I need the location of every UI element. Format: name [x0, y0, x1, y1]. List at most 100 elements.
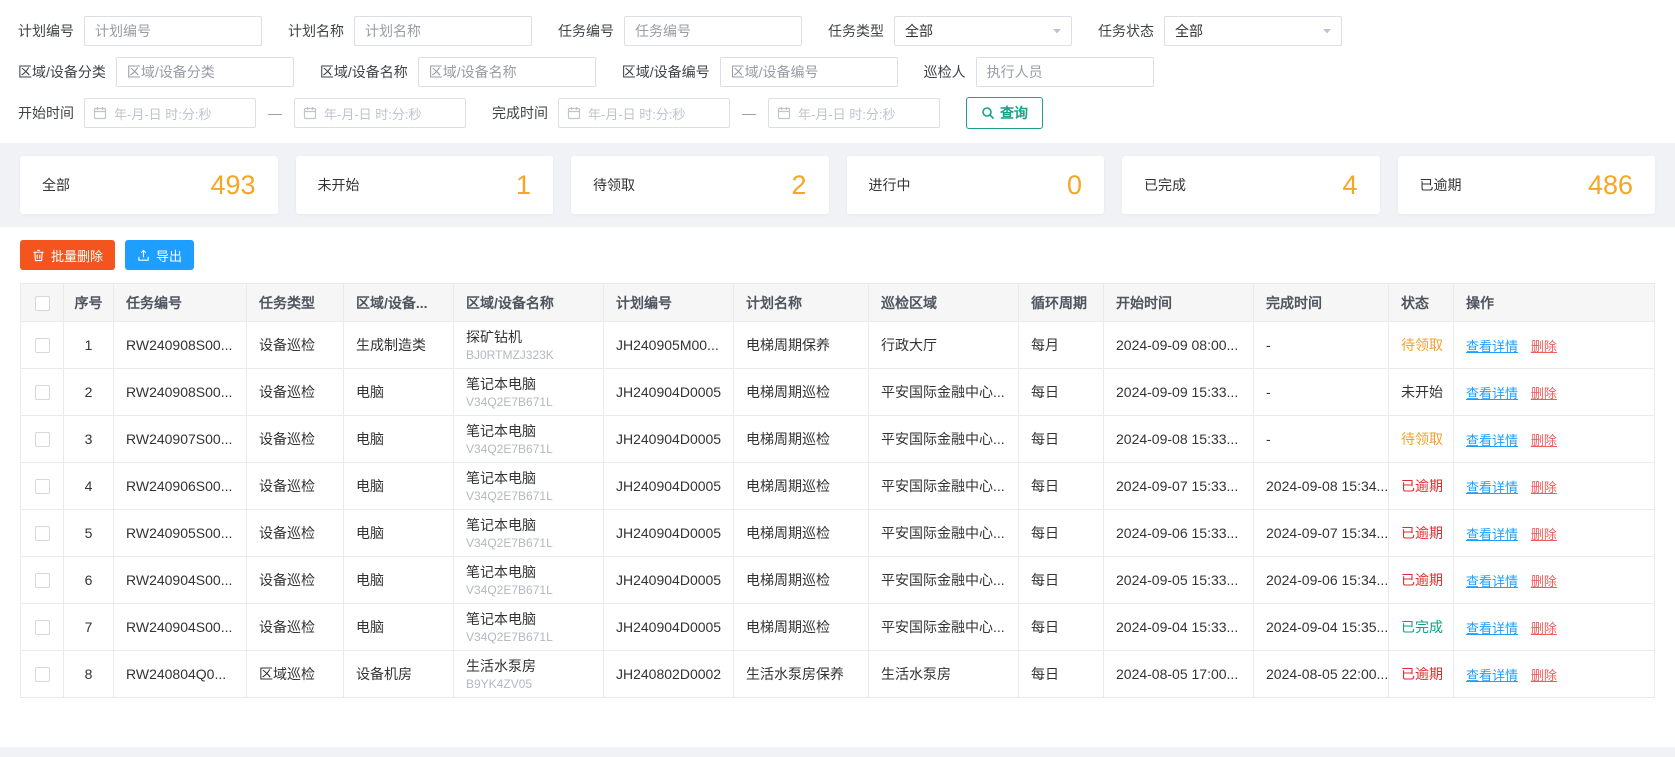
cell-plan-no: JH240905M00... — [603, 321, 734, 369]
view-detail-link[interactable]: 查看详情 — [1466, 574, 1518, 589]
area-no-input[interactable] — [719, 57, 898, 87]
view-detail-link[interactable]: 查看详情 — [1466, 480, 1518, 495]
cell-start-time: 2024-09-05 15:33... — [1103, 556, 1254, 604]
row-checkbox[interactable] — [34, 432, 50, 448]
task-no-input[interactable] — [624, 16, 802, 46]
task-status-select[interactable]: 全部 — [1164, 16, 1342, 46]
delete-link[interactable]: 删除 — [1531, 621, 1557, 636]
view-detail-link[interactable]: 查看详情 — [1466, 668, 1518, 683]
cell-status: 已逾期 — [1388, 509, 1454, 557]
table-toolbar: 批量删除 导出 — [20, 240, 1655, 270]
row-checkbox[interactable] — [34, 338, 50, 354]
cell-index: 3 — [63, 415, 114, 463]
cell-device-class: 设备机房 — [343, 650, 454, 698]
delete-link[interactable]: 删除 — [1531, 386, 1557, 401]
cell-status: 待领取 — [1388, 321, 1454, 369]
cell-actions: 查看详情 删除 — [1453, 368, 1655, 416]
column-header-7: 计划名称 — [733, 283, 869, 322]
inspector-input[interactable] — [975, 57, 1154, 87]
cell-task-type: 设备巡检 — [246, 509, 344, 557]
area-name-input[interactable] — [417, 57, 596, 87]
export-button[interactable]: 导出 — [125, 240, 195, 270]
filter-row-2: 区域/设备分类 区域/设备名称 区域/设备编号 巡检人 — [18, 57, 1657, 87]
plan-no-input[interactable] — [84, 16, 262, 46]
delete-link[interactable]: 删除 — [1531, 574, 1557, 589]
cell-device-name: 笔记本电脑 V34Q2E7B671L — [453, 415, 604, 463]
cell-start-time: 2024-09-09 15:33... — [1103, 368, 1254, 416]
row-checkbox[interactable] — [34, 573, 50, 589]
cell-actions: 查看详情 删除 — [1453, 556, 1655, 604]
cell-task-no: RW240906S00... — [113, 462, 247, 510]
status-badge: 未开始 — [1401, 384, 1443, 400]
delete-link[interactable]: 删除 — [1531, 527, 1557, 542]
stat-card[interactable]: 全部 493 — [20, 156, 278, 214]
cell-cycle: 每日 — [1018, 368, 1104, 416]
view-detail-link[interactable]: 查看详情 — [1466, 339, 1518, 354]
task-table: 序号 任务编号 任务类型 区域/设备... 区域/设备名称 计划编号 计划名称 巡检区域 循环周… — [20, 283, 1655, 698]
view-detail-link[interactable]: 查看详情 — [1466, 527, 1518, 542]
delete-link[interactable]: 删除 — [1531, 480, 1557, 495]
column-header-8: 巡检区域 — [868, 283, 1019, 322]
view-detail-link[interactable]: 查看详情 — [1466, 433, 1518, 448]
cell-index: 5 — [63, 509, 114, 557]
calendar-icon — [777, 107, 791, 120]
cell-task-no: RW240904S00... — [113, 603, 247, 651]
cell-index: 8 — [63, 650, 114, 698]
stat-value: 486 — [1587, 169, 1633, 200]
delete-link[interactable]: 删除 — [1531, 339, 1557, 354]
finish-time-from-input[interactable]: 年-月-日 时:分:秒 — [558, 98, 730, 128]
area-class-input[interactable] — [115, 57, 294, 87]
field-plan-no: 计划编号 — [18, 16, 262, 46]
stat-card[interactable]: 已逾期 486 — [1397, 156, 1655, 214]
row-checkbox[interactable] — [34, 385, 50, 401]
stat-value: 4 — [1342, 169, 1358, 200]
stat-value: 0 — [1066, 169, 1082, 200]
cell-area: 生活水泵房 — [868, 650, 1019, 698]
row-checkbox[interactable] — [34, 479, 50, 495]
stats-row: 全部 493 未开始 1 待领取 2 进行中 0 已完成 4 已逾期 486 — [20, 156, 1655, 214]
stat-card[interactable]: 待领取 2 — [571, 156, 829, 214]
finish-time-to-input[interactable]: 年-月-日 时:分:秒 — [768, 98, 940, 128]
table-body: 1 RW240908S00... 设备巡检 生成制造类 探矿钻机 BJ0RTMZ… — [20, 321, 1655, 698]
cell-plan-name: 电梯周期巡检 — [733, 556, 869, 604]
device-code: V34Q2E7B671L — [466, 582, 553, 597]
cell-finish-time: 2024-09-06 15:34... — [1253, 556, 1389, 604]
cell-start-time: 2024-09-04 15:33... — [1103, 603, 1254, 651]
batch-delete-button[interactable]: 批量删除 — [20, 240, 116, 270]
cell-status: 待领取 — [1388, 415, 1454, 463]
row-checkbox[interactable] — [34, 667, 50, 683]
cell-status: 已逾期 — [1388, 556, 1454, 604]
cell-plan-name: 电梯周期巡检 — [733, 509, 869, 557]
cell-finish-time: 2024-09-08 15:34... — [1253, 462, 1389, 510]
cell-cycle: 每日 — [1018, 603, 1104, 651]
stat-card[interactable]: 进行中 0 — [846, 156, 1104, 214]
status-badge: 待领取 — [1401, 337, 1443, 353]
select-all-checkbox[interactable] — [34, 295, 50, 311]
view-detail-link[interactable]: 查看详情 — [1466, 621, 1518, 636]
delete-link[interactable]: 删除 — [1531, 433, 1557, 448]
cell-index: 2 — [63, 368, 114, 416]
cell-finish-time: - — [1253, 368, 1389, 416]
start-time-label: 开始时间 — [18, 105, 74, 121]
chevron-down-icon — [1323, 29, 1331, 34]
row-checkbox[interactable] — [34, 526, 50, 542]
cell-plan-no: JH240904D0005 — [603, 603, 734, 651]
search-button[interactable]: 查询 — [966, 97, 1043, 129]
cell-area: 平安国际金融中心... — [868, 556, 1019, 604]
task-status-value: 全部 — [1175, 23, 1203, 39]
start-time-from-input[interactable]: 年-月-日 时:分:秒 — [84, 98, 256, 128]
cell-index: 6 — [63, 556, 114, 604]
plan-name-input[interactable] — [354, 16, 532, 46]
cell-device-class: 电脑 — [343, 603, 454, 651]
start-time-to-input[interactable]: 年-月-日 时:分:秒 — [294, 98, 466, 128]
column-header-11: 完成时间 — [1253, 283, 1389, 322]
stat-card[interactable]: 未开始 1 — [295, 156, 553, 214]
column-header-12: 状态 — [1388, 283, 1454, 322]
cell-plan-no: JH240904D0005 — [603, 509, 734, 557]
stat-card[interactable]: 已完成 4 — [1122, 156, 1380, 214]
delete-link[interactable]: 删除 — [1531, 668, 1557, 683]
view-detail-link[interactable]: 查看详情 — [1466, 386, 1518, 401]
cell-task-type: 设备巡检 — [246, 321, 344, 369]
task-type-select[interactable]: 全部 — [894, 16, 1072, 46]
row-checkbox[interactable] — [34, 620, 50, 636]
